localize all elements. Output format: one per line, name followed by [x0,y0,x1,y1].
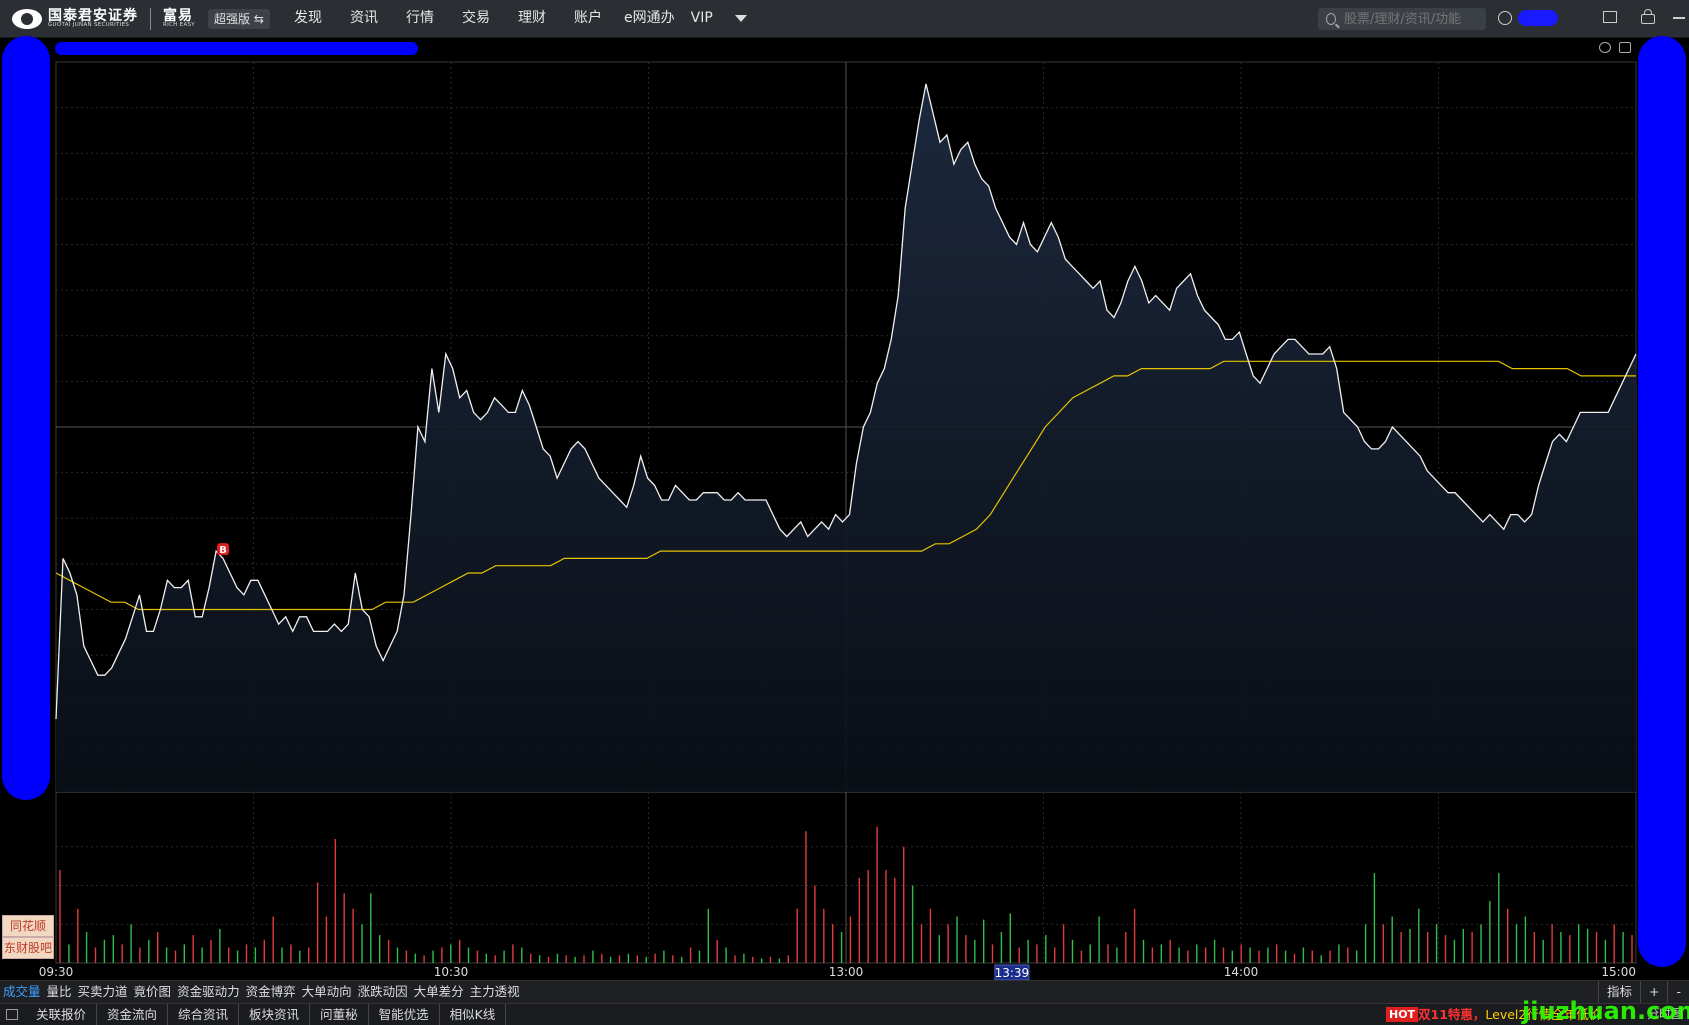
tab-smart-pick[interactable]: 智能优选 [369,1004,440,1025]
tab-big-order-diff[interactable]: 大单差分 [411,981,467,1003]
info-tabs: 关联报价 资金流向 综合资讯 板块资讯 问董秘 智能优选 相似K线 HOT 双1… [0,1003,1689,1025]
nav-news[interactable]: 资讯 [336,0,392,37]
top-bar: 国泰君安证券 GUOTAI JUNAN SECURITIES 富易 RICH E… [0,0,1689,38]
search-input[interactable] [1342,10,1486,28]
buy-marker-label: B [219,545,227,556]
tab-buy-sell-force[interactable]: 买卖力道 [75,981,131,1003]
tab-volume-ratio[interactable]: 量比 [44,981,75,1003]
tab-main-force[interactable]: 主力透视 [467,981,523,1003]
product-name-en: RICH EASY [163,22,195,29]
hot-badge: HOT [1386,1007,1419,1022]
minimize-icon[interactable] [1673,17,1685,19]
brand-logo[interactable]: 国泰君安证券 GUOTAI JUNAN SECURITIES 富易 RICH E… [12,7,195,31]
x-tick-label: 10:30 [434,965,469,979]
tab-capital-drive[interactable]: 资金驱动力 [174,981,243,1003]
tag-tonghuashun[interactable]: 同花顺 [2,915,54,937]
nav-account[interactable]: 账户 [560,0,616,37]
tab-capital-game[interactable]: 资金博弈 [243,981,299,1003]
brand-name: 国泰君安证券 [48,8,138,25]
lock-icon[interactable] [1641,9,1655,24]
user-menu[interactable] [1498,10,1558,26]
nav-more-icon[interactable] [734,15,747,22]
main-nav: 发现 资讯 行情 交易 理财 账户 e网通办 VIP [280,0,747,37]
nav-eservice[interactable]: e网通办 [616,0,683,37]
user-name-redacted [1518,10,1558,26]
tab-similar-kline[interactable]: 相似K线 [440,1004,507,1025]
intraday-chart[interactable]: 09:30 10:30 13:00 14:00 15:00 13:39 B [0,38,1689,980]
tab-ask-secretary[interactable]: 问董秘 [310,1004,369,1025]
search-icon [1326,13,1336,25]
tab-sector-news[interactable]: 板块资讯 [239,1004,311,1025]
x-tick-label: 13:00 [829,965,864,979]
x-axis-labels: 09:30 10:30 13:00 14:00 15:00 13:39 [39,964,1636,980]
panel-toggle-icon[interactable] [6,1009,18,1020]
tab-volume[interactable]: 成交量 [0,981,44,1003]
cursor-time-label: 13:39 [995,966,1030,980]
edition-switch[interactable]: 超强版 ⇆ [208,9,270,29]
tab-price-move-cause[interactable]: 涨跌动因 [355,981,411,1003]
watermark-text: jiuzhuan.com [1522,997,1689,1025]
tab-auction-chart[interactable]: 竟价图 [131,981,175,1003]
search-box[interactable] [1318,8,1486,30]
x-tick-label: 09:30 [39,965,74,979]
nav-market[interactable]: 行情 [392,0,448,37]
logo-icon [12,9,42,29]
x-tick-label: 15:00 [1601,965,1636,979]
tab-general-news[interactable]: 综合资讯 [168,1004,240,1025]
indicator-tabs: 成交量 量比 买卖力道 竟价图 资金驱动力 资金博弈 大单动向 涨跌动因 大单差… [0,980,1689,1003]
mail-icon[interactable] [1603,11,1617,23]
tab-capital-flow[interactable]: 资金流向 [97,1004,169,1025]
tab-big-order-trend[interactable]: 大单动向 [299,981,355,1003]
logo-divider [150,8,151,30]
nav-trade[interactable]: 交易 [448,0,504,37]
product-name: 富易 [163,8,193,25]
nav-vip[interactable]: VIP [683,0,721,37]
nav-wealth[interactable]: 理财 [504,0,560,37]
tab-related-quotes[interactable]: 关联报价 [26,1004,98,1025]
buy-marker: B [217,543,230,556]
user-icon [1498,11,1512,25]
x-tick-label: 14:00 [1224,965,1259,979]
brand-name-en: GUOTAI JUNAN SECURITIES [48,22,130,29]
tag-dongcai[interactable]: 东财股吧 [2,937,54,959]
nav-discover[interactable]: 发现 [280,0,336,37]
